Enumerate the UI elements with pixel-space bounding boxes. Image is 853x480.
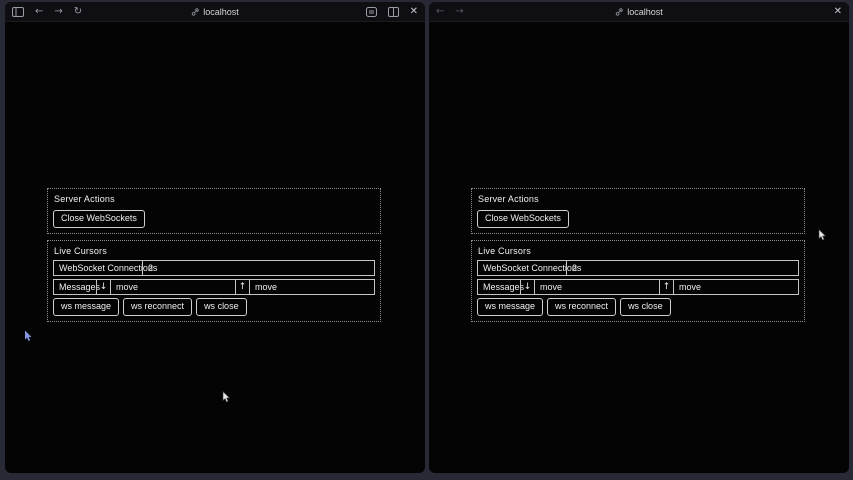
server-actions-panel: Server Actions Close WebSockets	[47, 188, 381, 234]
page-title: localhost	[627, 7, 663, 17]
page-content: Server Actions Close WebSockets Live Cur…	[429, 22, 849, 472]
ws-buttons-row: ws message ws reconnect ws close	[53, 298, 375, 316]
messages-label: Messages	[54, 280, 96, 294]
browser-window-right: ← → localhost ✕ Server Actions Close Web…	[429, 2, 849, 473]
back-icon[interactable]: ←	[35, 7, 43, 17]
live-cursors-panel: Live Cursors WebSocket Connections 2 Mes…	[471, 240, 805, 322]
close-websockets-button[interactable]: Close WebSockets	[53, 210, 145, 228]
toolbar-left: ← → ↻	[12, 7, 82, 17]
desktop: { "colors": { "desktop_bg": "#272a35", "…	[0, 0, 853, 480]
page-content: Server Actions Close WebSockets Live Cur…	[5, 22, 425, 472]
incoming-message-value: move	[534, 280, 659, 294]
back-icon[interactable]: ←	[436, 7, 444, 17]
forward-icon[interactable]: →	[455, 7, 463, 17]
messages-row: Messages ↓ move ↑ move	[477, 279, 799, 295]
page-title: localhost	[203, 7, 239, 17]
browser-window-left: ← → ↻ localhost ✕ Server Actions Close W…	[5, 2, 425, 473]
messages-row: Messages ↓ move ↑ move	[53, 279, 375, 295]
connections-row: WebSocket Connections 2	[477, 260, 799, 276]
connections-row: WebSocket Connections 2	[53, 260, 375, 276]
up-arrow-icon: ↑	[659, 280, 673, 294]
down-arrow-icon: ↓	[96, 280, 110, 294]
down-arrow-icon: ↓	[520, 280, 534, 294]
ws-close-button[interactable]: ws close	[196, 298, 247, 316]
live-cursors-title: Live Cursors	[478, 246, 799, 256]
server-actions-title: Server Actions	[54, 194, 375, 204]
titlebar[interactable]: ← → ↻ localhost ✕	[5, 2, 425, 22]
incoming-message-value: move	[110, 280, 235, 294]
outgoing-message-value: move	[249, 280, 374, 294]
address-display[interactable]: localhost	[615, 2, 663, 21]
server-actions-title: Server Actions	[478, 194, 799, 204]
live-cursors-panel: Live Cursors WebSocket Connections 2 Mes…	[47, 240, 381, 322]
connections-label: WebSocket Connections	[478, 261, 566, 275]
link-icon	[615, 8, 623, 16]
reader-list-icon[interactable]	[366, 7, 377, 17]
up-arrow-icon: ↑	[235, 280, 249, 294]
close-icon[interactable]: ✕	[410, 7, 418, 17]
address-display[interactable]: localhost	[191, 2, 239, 21]
reload-icon[interactable]: ↻	[74, 7, 82, 17]
toolbar-right: ✕	[366, 7, 418, 17]
titlebar[interactable]: ← → localhost ✕	[429, 2, 849, 22]
live-cursors-title: Live Cursors	[54, 246, 375, 256]
sidebar-toggle-icon[interactable]	[12, 7, 24, 17]
connections-label: WebSocket Connections	[54, 261, 142, 275]
link-icon	[191, 8, 199, 16]
outgoing-message-value: move	[673, 280, 798, 294]
toolbar-left: ← →	[436, 7, 464, 17]
messages-label: Messages	[478, 280, 520, 294]
toolbar-right: ✕	[834, 7, 842, 17]
split-view-icon[interactable]	[388, 7, 399, 17]
ws-reconnect-button[interactable]: ws reconnect	[123, 298, 192, 316]
ws-close-button[interactable]: ws close	[620, 298, 671, 316]
connections-value: 2	[142, 261, 374, 275]
ws-message-button[interactable]: ws message	[53, 298, 119, 316]
close-websockets-button[interactable]: Close WebSockets	[477, 210, 569, 228]
close-icon[interactable]: ✕	[834, 7, 842, 17]
ws-reconnect-button[interactable]: ws reconnect	[547, 298, 616, 316]
ws-buttons-row: ws message ws reconnect ws close	[477, 298, 799, 316]
forward-icon[interactable]: →	[54, 7, 62, 17]
server-actions-panel: Server Actions Close WebSockets	[471, 188, 805, 234]
ws-message-button[interactable]: ws message	[477, 298, 543, 316]
connections-value: 2	[566, 261, 798, 275]
